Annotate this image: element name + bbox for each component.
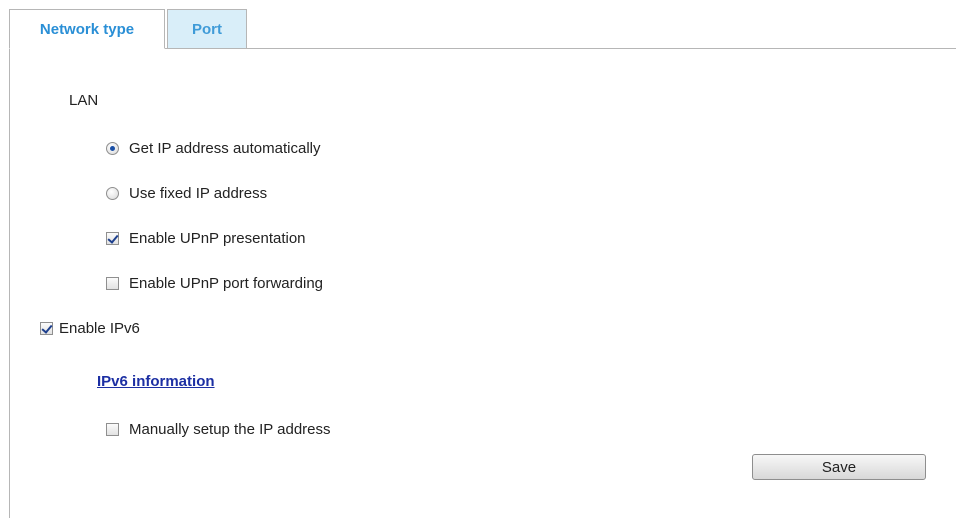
upnp-port-forwarding-checkbox[interactable] bbox=[106, 276, 119, 290]
upnp-port-forwarding-label: Enable UPnP port forwarding bbox=[129, 274, 324, 292]
manual-ip-checkbox[interactable] bbox=[106, 422, 119, 436]
lan-heading: LAN bbox=[69, 91, 99, 109]
enable-ipv6-checkbox[interactable] bbox=[40, 321, 53, 335]
upnp-presentation-label: Enable UPnP presentation bbox=[129, 229, 306, 247]
enable-ipv6-option[interactable]: Enable IPv6 bbox=[40, 318, 140, 338]
manual-ip-option[interactable]: Manually setup the IP address bbox=[106, 419, 331, 439]
ipv6-information-link[interactable]: IPv6 information bbox=[97, 373, 215, 390]
upnp-presentation-checkbox[interactable] bbox=[106, 231, 119, 245]
manual-ip-label: Manually setup the IP address bbox=[129, 420, 331, 438]
get-ip-auto-radio[interactable] bbox=[106, 141, 119, 155]
get-ip-auto-label: Get IP address automatically bbox=[129, 139, 321, 157]
tab-bar: Network type Port bbox=[9, 9, 249, 49]
upnp-presentation-option[interactable]: Enable UPnP presentation bbox=[106, 228, 306, 248]
fixed-ip-radio[interactable] bbox=[106, 186, 119, 200]
lan-heading-row: LAN bbox=[69, 90, 98, 110]
tab-port[interactable]: Port bbox=[167, 9, 247, 49]
get-ip-auto-option[interactable]: Get IP address automatically bbox=[106, 138, 320, 158]
tab-network-type[interactable]: Network type bbox=[9, 9, 165, 49]
fixed-ip-option[interactable]: Use fixed IP address bbox=[106, 183, 267, 203]
fixed-ip-label: Use fixed IP address bbox=[129, 184, 268, 202]
enable-ipv6-label: Enable IPv6 bbox=[59, 319, 140, 337]
upnp-port-forwarding-option[interactable]: Enable UPnP port forwarding bbox=[106, 273, 323, 293]
save-button[interactable]: Save bbox=[752, 454, 926, 480]
